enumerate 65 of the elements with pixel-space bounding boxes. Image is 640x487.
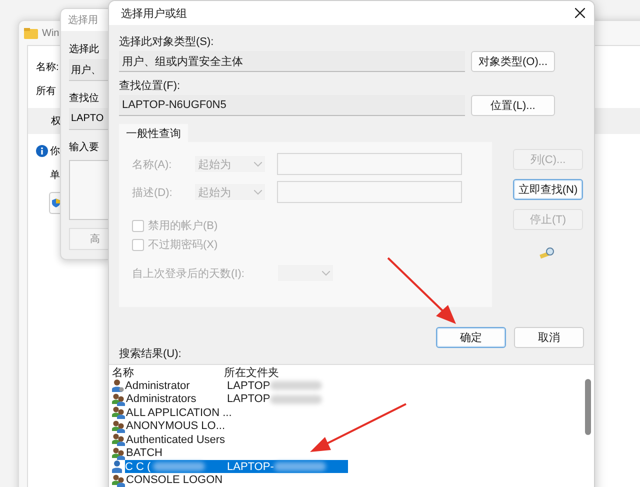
user-icon xyxy=(112,460,124,474)
field-label: 所有 xyxy=(36,84,56,98)
chevron-icon xyxy=(322,270,330,276)
chevron-icon xyxy=(254,190,262,194)
column-header[interactable]: 所在文件夹 xyxy=(224,364,279,380)
window-title: Win xyxy=(42,28,60,38)
field-label: 选择此 xyxy=(69,42,99,56)
result-name[interactable]: Administrators xyxy=(126,392,224,406)
scrollbar[interactable] xyxy=(585,379,591,435)
tab[interactable]: 权 xyxy=(51,116,61,127)
window-title: 选择用 xyxy=(61,9,109,31)
field-label: 名称: xyxy=(36,61,59,74)
field-label: 搜索结果(U): xyxy=(119,346,182,362)
result-name[interactable]: ANONYMOUS LO... xyxy=(126,420,226,433)
locations-button[interactable]: 位置(L)... xyxy=(471,95,555,116)
annotation-arrow xyxy=(387,257,456,324)
group-icon xyxy=(112,474,125,487)
search-icon xyxy=(539,247,555,259)
group-icon xyxy=(112,433,125,446)
result-folder: LAPTOP- xyxy=(227,460,274,473)
folder-icon xyxy=(24,28,38,38)
field-label: 名称(A): xyxy=(132,158,173,172)
result-name[interactable]: Authenticated Users xyxy=(126,433,226,446)
query-button[interactable]: 立即查找(N) xyxy=(513,179,583,200)
result-name[interactable]: BATCH xyxy=(126,446,224,460)
info-icon xyxy=(36,145,48,157)
result-folder: LAPTOP xyxy=(227,393,270,406)
group-icon xyxy=(112,420,125,433)
object-type-field: 用户、 xyxy=(69,59,109,81)
object-names-field[interactable] xyxy=(69,160,109,220)
dialog-title: 选择用户或组 xyxy=(121,6,187,20)
cancel-button[interactable]: 取消 xyxy=(514,327,584,348)
redaction-blur xyxy=(274,462,326,472)
redaction-blur xyxy=(270,381,322,390)
redaction-blur xyxy=(270,394,322,404)
result-name[interactable]: Administrator xyxy=(125,379,224,392)
ok-button[interactable]: 确定 xyxy=(436,327,506,348)
result-name[interactable]: C C ( xyxy=(125,460,224,474)
location-field: LAPTOP-N6UGF0N5 xyxy=(119,95,465,116)
checkbox-label: 禁用的帐户(B) xyxy=(148,218,218,233)
result-name[interactable]: CONSOLE LOGON xyxy=(126,474,224,487)
field-label: 单 xyxy=(50,168,60,182)
user-icon xyxy=(112,379,124,392)
shield-icon xyxy=(52,198,60,208)
object-type-field: 用户、组或内置安全主体 xyxy=(119,51,465,72)
object-types-button[interactable]: 对象类型(O)... xyxy=(471,51,555,72)
field-label: 自上次登录后的天数(I): xyxy=(132,266,246,280)
info-text: 你 xyxy=(50,145,60,158)
group-icon xyxy=(112,392,125,406)
field-label: 输入要 xyxy=(69,140,99,154)
result-folder: LAPTOP xyxy=(227,380,270,392)
tab[interactable]: 一般性查询 xyxy=(119,124,188,142)
group-icon xyxy=(112,446,125,460)
group-icon xyxy=(112,406,125,420)
location-field: LAPTO xyxy=(69,108,109,130)
field-label: 描述(D): xyxy=(132,186,174,200)
redaction-blur xyxy=(152,462,205,472)
result-name[interactable]: ALL APPLICATION ... xyxy=(126,406,232,420)
checkbox-label: 不过期密码(X) xyxy=(148,238,218,252)
close-icon[interactable] xyxy=(575,8,585,18)
field-label: 查找位 xyxy=(69,92,99,105)
column-header[interactable]: 名称 xyxy=(112,364,224,380)
field-label: 选择此对象类型(S): xyxy=(119,35,214,49)
field-label: 查找位置(F): xyxy=(119,79,180,93)
chevron-icon xyxy=(254,162,262,166)
